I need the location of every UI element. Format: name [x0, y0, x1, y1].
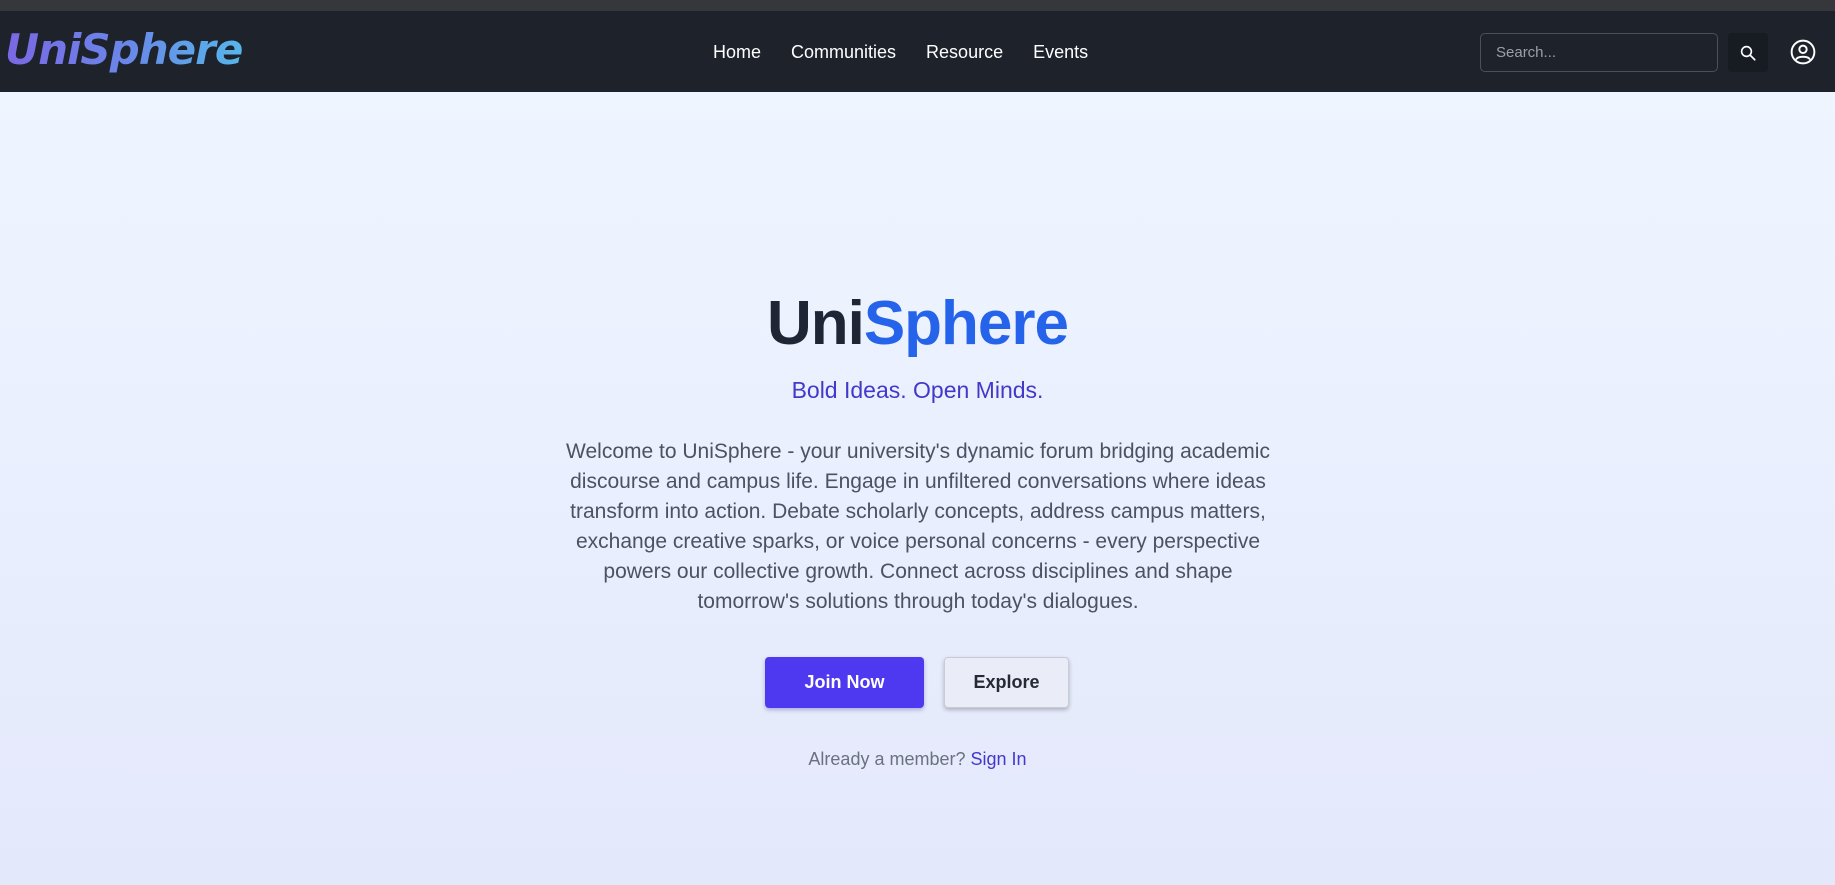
nav-link-home[interactable]: Home	[713, 40, 761, 64]
browser-top-strip	[0, 0, 1835, 11]
search-input[interactable]	[1480, 33, 1718, 72]
nav-links: Home Communities Resource Events	[713, 40, 1118, 64]
hero-description: Welcome to UniSphere - your university's…	[566, 440, 1270, 613]
member-prompt-text: Already a member?	[808, 749, 966, 769]
hero-tagline: Bold Ideas. Open Minds.	[791, 377, 1044, 403]
hero-title: UniSphere	[0, 288, 1835, 360]
search-button[interactable]	[1728, 33, 1768, 72]
navbar: UniSphere Home Communities Resource Even…	[0, 11, 1835, 92]
hero-title-sphere: Sphere	[863, 289, 1069, 358]
logo[interactable]: UniSphere	[5, 25, 243, 75]
hero-title-uni: Uni	[766, 289, 865, 358]
sign-in-link[interactable]: Sign In	[971, 749, 1027, 769]
nav-link-communities[interactable]: Communities	[791, 40, 896, 64]
member-prompt-line: Already a member? Sign In	[0, 747, 1835, 771]
user-profile-button[interactable]	[1786, 35, 1820, 69]
join-now-button[interactable]: Join Now	[765, 657, 924, 708]
explore-button[interactable]: Explore	[944, 657, 1069, 708]
hero-section: UniSphere Bold Ideas. Open Minds. Welcom…	[0, 92, 1835, 885]
search-icon	[1740, 45, 1756, 61]
nav-link-resource[interactable]: Resource	[926, 40, 1003, 64]
user-circle-icon	[1790, 39, 1816, 65]
nav-link-events[interactable]: Events	[1033, 40, 1088, 64]
